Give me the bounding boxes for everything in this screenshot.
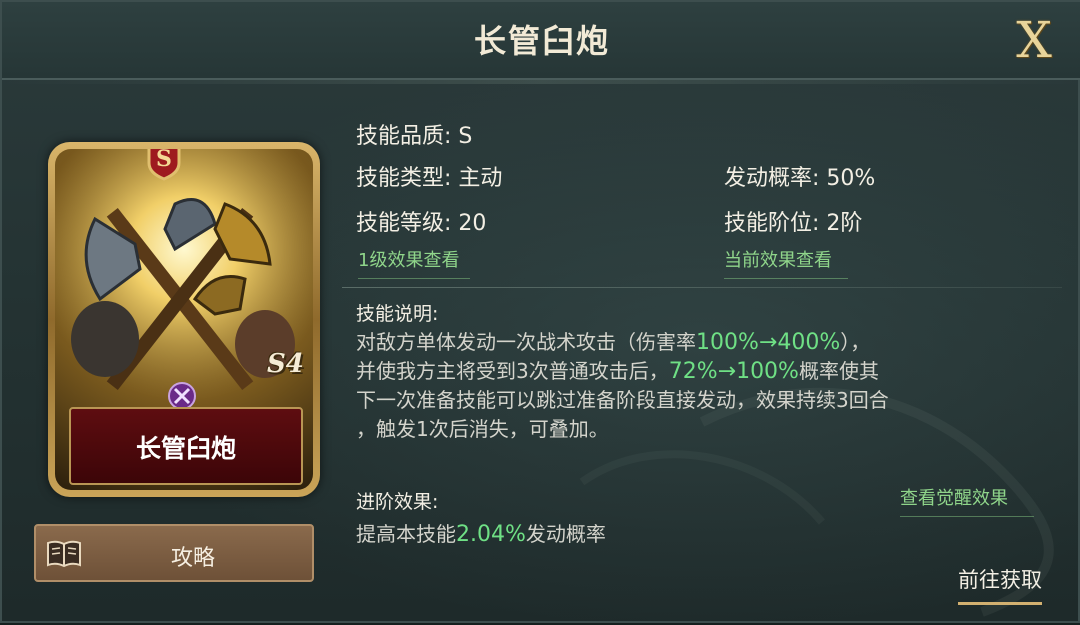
title-bar: 长管臼炮 X (2, 2, 1080, 84)
skill-rank: 技能阶位: 2阶 (724, 211, 863, 236)
skill-quality: 技能品质: S (356, 124, 473, 149)
skill-type: 技能类型: 主动 (356, 166, 503, 191)
skill-level-tag: S4 (267, 349, 304, 379)
description-line-3: 下一次准备技能可以跳过准备阶段直接发动，效果持续3回合 (356, 388, 889, 412)
description-line-1: 对敌方单体发动一次战术攻击（伤害率100%→400%）， (356, 330, 871, 355)
card-skill-name: 长管臼炮 (135, 434, 236, 463)
advance-title: 进阶效果: (356, 491, 439, 513)
advance-effect-text: 提高本技能2.04%发动概率 (356, 522, 606, 547)
guide-button-label: 攻略 (170, 546, 215, 571)
close-button[interactable]: X (1010, 12, 1058, 68)
skill-description: 对敌方单体发动一次战术攻击（伤害率100%→400%）， 并使我方主将受到3次普… (356, 328, 1056, 444)
card-name-bar: 长管臼炮 (69, 407, 303, 485)
skill-card[interactable]: S S4 长管臼炮 (48, 142, 320, 497)
section-divider (342, 287, 1062, 288)
page-title: 长管臼炮 (473, 22, 610, 60)
description-line-4: ，触发1次后消失，可叠加。 (356, 417, 609, 441)
skill-detail-panel: 长管臼炮 X S S4 长管臼炮 攻略 技能品质: S 技能类型: 主动 发动概… (0, 0, 1080, 623)
guide-button[interactable]: 攻略 (34, 524, 314, 582)
obtain-button[interactable]: 前往获取 (958, 564, 1042, 605)
skill-level: 技能等级: 20 (356, 211, 487, 236)
trigger-rate: 发动概率: 50% (724, 166, 876, 191)
current-effect-link[interactable]: 当前效果查看 (724, 246, 848, 279)
awaken-effect-link[interactable]: 查看觉醒效果 (900, 484, 1034, 517)
description-title: 技能说明: (356, 303, 439, 325)
svg-text:S: S (156, 149, 172, 172)
grade-s-badge: S (147, 149, 181, 181)
level1-effect-link[interactable]: 1级效果查看 (358, 246, 470, 279)
skill-card-frame: S S4 长管臼炮 (55, 149, 313, 490)
description-line-2: 并使我方主将受到3次普通攻击后，72%→100%概率使其 (356, 359, 879, 384)
